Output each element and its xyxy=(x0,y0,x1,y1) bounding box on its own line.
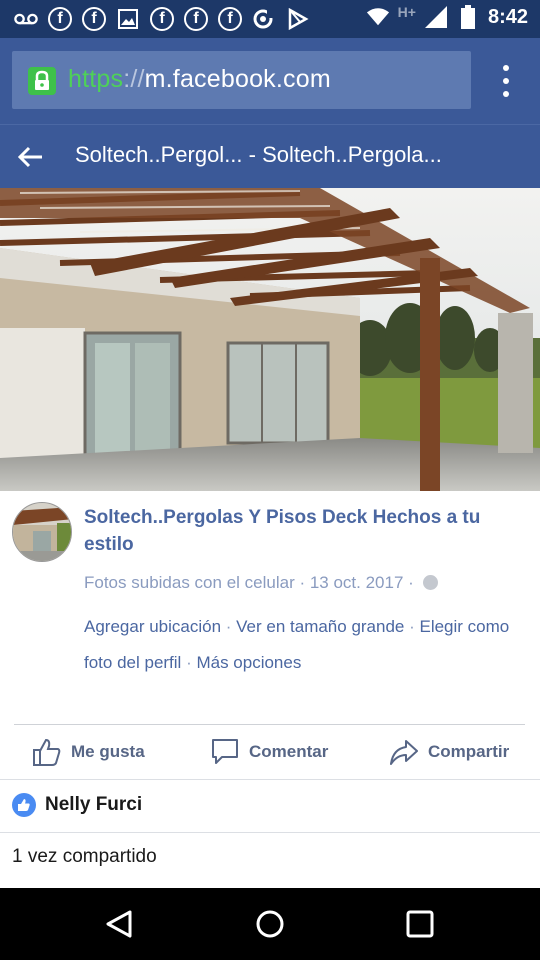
album-name-link[interactable]: Fotos subidas con el celular xyxy=(84,573,295,592)
clock: 8:42 xyxy=(487,5,528,28)
share-icon xyxy=(390,740,418,765)
sync-icon xyxy=(252,7,276,31)
add-location-link[interactable]: Agregar ubicación xyxy=(84,617,221,636)
comment-button[interactable]: Comentar xyxy=(210,737,328,767)
page-header: Soltech..Pergol... - Soltech..Pergola... xyxy=(0,124,540,188)
photo-options: Agregar ubicación · Ver en tamaño grande… xyxy=(84,617,510,672)
system-navigation-bar xyxy=(0,888,540,960)
network-type: H+ xyxy=(397,4,416,20)
post-actions: Me gusta Comentar Compartir xyxy=(0,725,540,779)
like-label: Me gusta xyxy=(71,742,145,761)
reactions-row[interactable]: Nelly Furci xyxy=(0,780,540,832)
album-title-link[interactable]: Soltech..Pergolas Y Pisos Deck Hechos a … xyxy=(84,504,524,558)
url-text: https://m.facebook.com xyxy=(68,65,331,94)
globe-icon xyxy=(422,575,438,590)
thumbs-up-icon xyxy=(33,738,61,766)
view-full-size-link[interactable]: Ver en tamaño grande xyxy=(236,617,404,636)
back-icon[interactable] xyxy=(104,908,136,940)
recent-apps-icon[interactable] xyxy=(404,908,436,940)
facebook-icon: f xyxy=(82,7,106,31)
lock-icon[interactable] xyxy=(28,67,56,95)
browser-toolbar: https://m.facebook.com xyxy=(0,38,540,124)
facebook-icon: f xyxy=(48,7,72,31)
like-reaction-icon xyxy=(12,793,36,817)
wifi-icon xyxy=(366,5,390,29)
battery-icon xyxy=(456,5,480,29)
play-store-icon xyxy=(286,7,310,31)
divider xyxy=(0,832,540,833)
page-title: Soltech..Pergol... - Soltech..Pergola... xyxy=(75,142,442,167)
signal-icon xyxy=(424,5,448,29)
status-bar: f f f f f H+ 8:42 xyxy=(0,0,540,38)
system-icons: H+ 8:42 xyxy=(366,4,528,29)
back-arrow-icon[interactable] xyxy=(16,143,44,171)
voicemail-icon xyxy=(14,7,38,31)
comment-label: Comentar xyxy=(249,742,329,761)
facebook-icon: f xyxy=(184,7,208,31)
image-icon xyxy=(116,7,140,31)
share-count[interactable]: 1 vez compartido xyxy=(12,846,157,868)
overflow-menu-icon[interactable] xyxy=(492,65,520,97)
home-icon[interactable] xyxy=(254,908,286,940)
notification-icons: f f f f f xyxy=(14,7,310,31)
share-label: Compartir xyxy=(428,742,510,761)
facebook-icon: f xyxy=(218,7,242,31)
post-date[interactable]: 13 oct. 2017 xyxy=(310,573,404,592)
url-host: m.facebook.com xyxy=(144,65,331,93)
url-separator: :// xyxy=(123,65,145,93)
comment-icon xyxy=(212,739,238,764)
facebook-icon: f xyxy=(150,7,174,31)
post-meta: Fotos subidas con el celular · 13 oct. 2… xyxy=(84,573,438,593)
url-scheme: https xyxy=(68,65,124,93)
share-button[interactable]: Compartir xyxy=(389,737,509,767)
album-avatar[interactable] xyxy=(12,502,72,562)
liker-name[interactable]: Nelly Furci xyxy=(45,794,142,816)
address-bar[interactable]: https://m.facebook.com xyxy=(12,51,471,109)
post-photo[interactable] xyxy=(0,188,540,491)
more-options-link[interactable]: Más opciones xyxy=(196,653,301,672)
like-button[interactable]: Me gusta xyxy=(32,737,145,767)
